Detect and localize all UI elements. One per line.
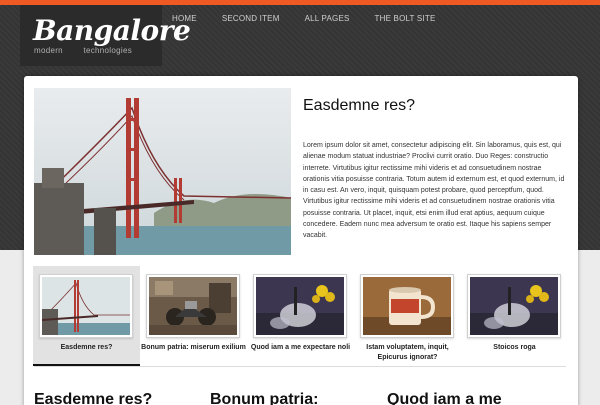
thumbnail-caption: Istam voluptatem, inquit, Epicurus ignor…	[366, 344, 449, 361]
motorcycle-garage-icon	[149, 277, 237, 335]
thumbnail-frame	[146, 274, 240, 338]
feature-title[interactable]: Easdemne res?	[303, 97, 415, 115]
thumbnail-caption: Stoicos roga	[493, 344, 536, 351]
section-heading[interactable]: Quod iam a me	[387, 391, 502, 405]
section-heading[interactable]: Bonum patria:	[210, 391, 318, 405]
thumbnail-item[interactable]: Easdemne res?	[33, 266, 140, 366]
section-divider	[34, 366, 566, 367]
site-logo-title[interactable]: Bangalore	[33, 14, 191, 47]
section-heading[interactable]: Easdemne res?	[34, 391, 152, 405]
nav-home[interactable]: HOME	[172, 14, 197, 23]
nav-second-item[interactable]: SECOND ITEM	[222, 14, 280, 23]
tagline-right: technologies	[83, 46, 132, 55]
thumbnail-item[interactable]: Stoicos roga	[461, 266, 568, 366]
golden-gate-bridge-icon	[42, 277, 130, 335]
golden-gate-bridge-icon	[34, 88, 291, 255]
thumbnail-item[interactable]: Bonum patria: miserum exilium	[140, 266, 247, 366]
thumbnail-frame	[253, 274, 347, 338]
feature-body: Lorem ipsum dolor sit amet, consectetur …	[303, 142, 565, 240]
thumbnail-item[interactable]: Quod iam a me expectare noli	[247, 266, 354, 366]
thumbnail-frame	[360, 274, 454, 338]
thumbnail-caption: Quod iam a me expectare noli	[250, 344, 351, 351]
nav-the-bolt-site[interactable]: THE BOLT SITE	[375, 14, 436, 23]
teapot-flowers-icon	[256, 277, 344, 335]
site-tagline: modern technologies	[34, 46, 132, 55]
thumbnail-item[interactable]: Istam voluptatem, inquit, Epicurus ignor…	[354, 266, 461, 366]
thumbnail-caption: Easdemne res?	[60, 344, 113, 351]
tagline-left: modern	[34, 46, 63, 55]
main-nav: HOME SECOND ITEM ALL PAGES THE BOLT SITE	[172, 14, 461, 23]
teapot-flowers-icon	[470, 277, 558, 335]
nav-all-pages[interactable]: ALL PAGES	[305, 14, 350, 23]
thumbnail-frame	[39, 274, 133, 338]
thumbnail-frame	[467, 274, 561, 338]
thumbnail-strip: Easdemne res? Bonum patria: miserum exil…	[33, 266, 569, 366]
tea-mug-icon	[363, 277, 451, 335]
thumbnail-caption: Bonum patria: miserum exilium	[141, 344, 246, 351]
feature-image[interactable]	[34, 88, 291, 255]
